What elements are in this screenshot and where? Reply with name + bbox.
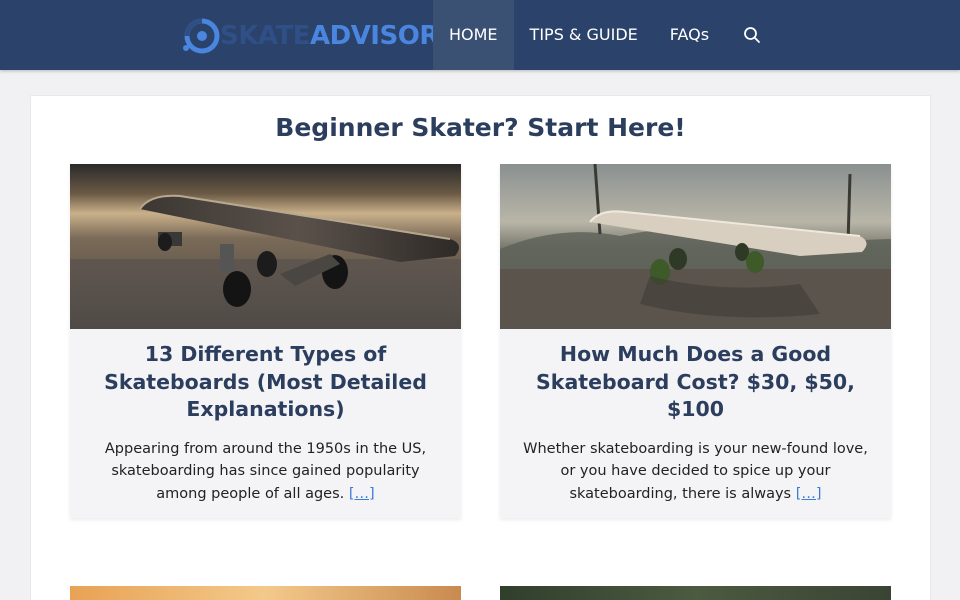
post-image-peek[interactable]: [500, 586, 891, 600]
post-card: How Much Does a Good Skateboard Cost? $3…: [500, 164, 891, 518]
logo-icon: [183, 18, 220, 54]
logo-text-skate: SKATE: [220, 21, 310, 51]
nav-item-home[interactable]: HOME: [433, 0, 514, 70]
post-excerpt: Whether skateboarding is your new-found …: [500, 424, 891, 506]
post-image-skateboard[interactable]: [70, 164, 461, 329]
read-more-link[interactable]: […]: [349, 486, 375, 502]
read-more-link[interactable]: […]: [796, 486, 822, 502]
search-icon: [744, 27, 760, 43]
section-title: Beginner Skater? Start Here!: [275, 113, 686, 142]
post-image: [500, 586, 891, 600]
main-nav: HOME TIPS & GUIDE FAQs: [433, 0, 779, 70]
main-content: Beginner Skater? Start Here! 13 Differen…: [30, 95, 931, 600]
post-title[interactable]: 13 Different Types of Skateboards (Most …: [70, 329, 461, 424]
post-excerpt-text: Appearing from around the 1950s in the U…: [104, 440, 427, 502]
logo-text: SKATEADVISORS: [220, 21, 458, 51]
nav-item-tips-guide[interactable]: TIPS & GUIDE: [514, 0, 654, 70]
site-logo[interactable]: SKATEADVISORS: [180, 16, 458, 56]
post-excerpt: Appearing from around the 1950s in the U…: [70, 424, 461, 506]
post-image-peek[interactable]: [70, 586, 461, 600]
post-card: 13 Different Types of Skateboards (Most …: [70, 164, 461, 518]
site-header: SKATEADVISORS HOME TIPS & GUIDE FAQs: [0, 0, 960, 70]
search-button[interactable]: [725, 0, 779, 70]
nav-item-faqs[interactable]: FAQs: [654, 0, 725, 70]
post-title[interactable]: How Much Does a Good Skateboard Cost? $3…: [500, 329, 891, 424]
post-image-skateboard[interactable]: [500, 164, 891, 329]
post-image: [70, 586, 461, 600]
